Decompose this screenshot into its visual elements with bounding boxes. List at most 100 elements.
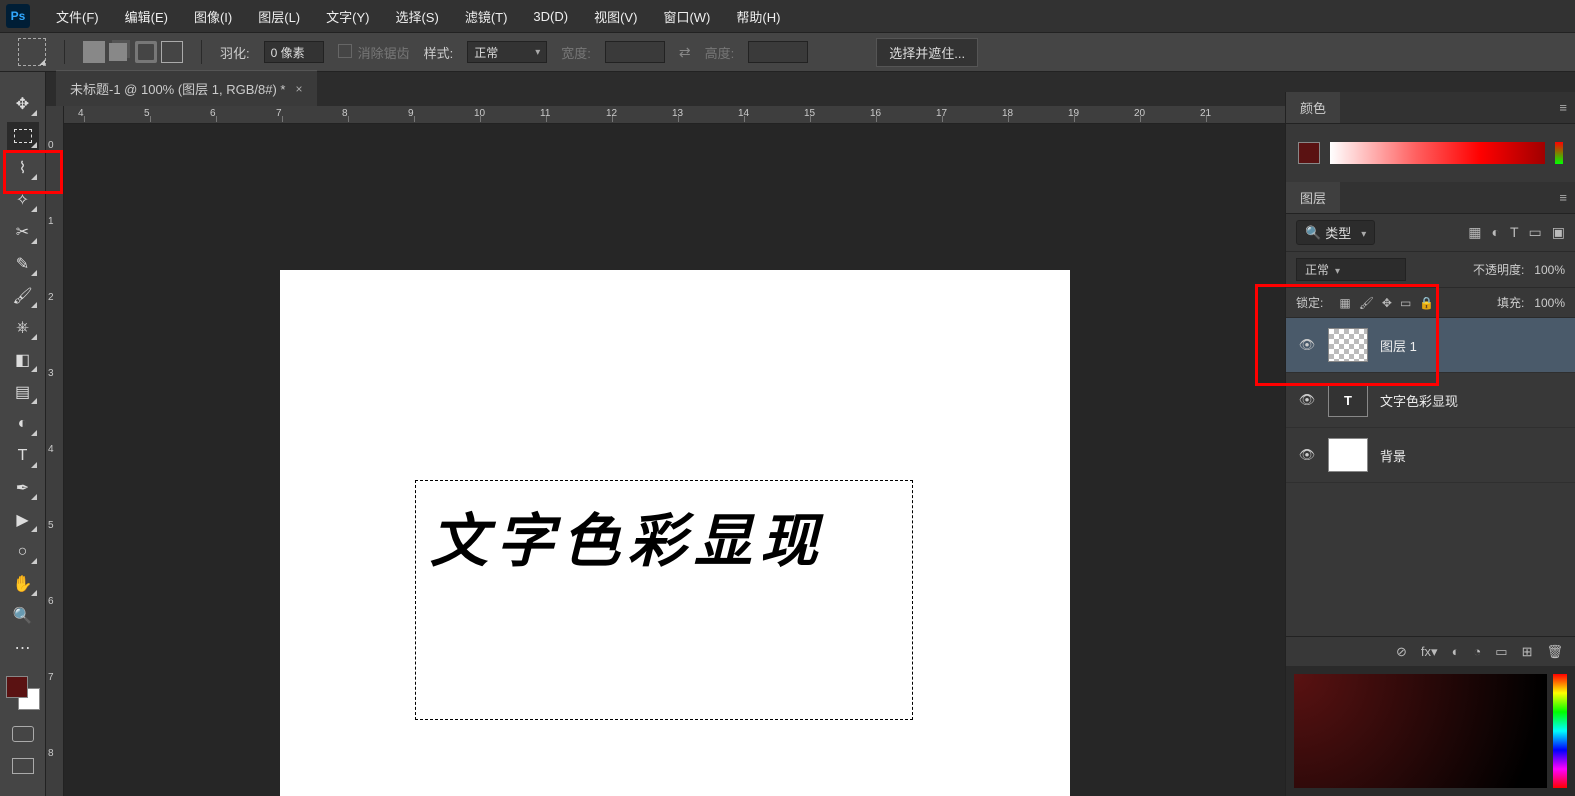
- width-input: [605, 41, 665, 63]
- color-panel: [1286, 124, 1575, 182]
- fx-icon[interactable]: fx▾: [1421, 644, 1438, 660]
- color-field[interactable]: [1294, 674, 1547, 788]
- antialias-checkbox: 消除锯齿: [338, 43, 410, 62]
- artboard[interactable]: 文字色彩显现: [280, 270, 1070, 796]
- menu-file[interactable]: 文件(F): [44, 3, 111, 30]
- menu-help[interactable]: 帮助(H): [724, 3, 792, 30]
- shape-tool[interactable]: ○: [7, 538, 39, 566]
- workspace: 文字色彩显现: [64, 124, 1285, 796]
- mask-icon[interactable]: ◐: [1452, 644, 1460, 659]
- eraser-tool[interactable]: ◧: [7, 346, 39, 374]
- layer-thumbnail[interactable]: [1328, 438, 1368, 472]
- color-swatches[interactable]: [6, 676, 40, 710]
- layers-panel-tabs: 图层 ≡: [1286, 182, 1575, 214]
- current-tool-icon[interactable]: [18, 38, 46, 66]
- pen-tool[interactable]: ✒: [7, 474, 39, 502]
- selection-mode-group: [83, 41, 183, 63]
- annotation-highlight-tool: [3, 150, 63, 194]
- layer-name[interactable]: 背景: [1380, 446, 1406, 465]
- adjustment-icon[interactable]: ◔: [1473, 644, 1481, 659]
- antialias-label: 消除锯齿: [358, 46, 410, 61]
- screen-mode-icon[interactable]: [12, 758, 34, 774]
- fill-label: 填充:: [1497, 294, 1524, 311]
- selection-new-icon[interactable]: [83, 41, 105, 63]
- quick-mask-icon[interactable]: [12, 726, 34, 742]
- filter-adjust-icon[interactable]: ◐: [1492, 224, 1500, 241]
- style-label: 样式:: [424, 43, 454, 62]
- tab-color[interactable]: 颜色: [1286, 92, 1340, 123]
- filter-smart-icon[interactable]: ▣: [1552, 224, 1565, 241]
- height-label: 高度:: [705, 43, 735, 62]
- style-select[interactable]: 正常: [467, 41, 547, 63]
- layer-filter-select[interactable]: 🔍 类型: [1296, 220, 1375, 245]
- visibility-icon[interactable]: 👁: [1298, 392, 1316, 408]
- menu-edit[interactable]: 编辑(E): [113, 3, 180, 30]
- menu-select[interactable]: 选择(S): [383, 3, 450, 30]
- height-input: [748, 41, 808, 63]
- eyedropper-tool[interactable]: ✎: [7, 250, 39, 278]
- zoom-tool[interactable]: 🔍: [7, 602, 39, 630]
- menu-view[interactable]: 视图(V): [582, 3, 649, 30]
- filter-shape-icon[interactable]: ▭: [1529, 224, 1542, 241]
- crop-tool[interactable]: ✂: [7, 218, 39, 246]
- clone-stamp-tool[interactable]: ⎈: [7, 314, 39, 342]
- brush-tool[interactable]: 🖌: [7, 282, 39, 310]
- hand-tool[interactable]: ✋: [7, 570, 39, 598]
- document-tab[interactable]: 未标题-1 @ 100% (图层 1, RGB/8#) * ×: [56, 70, 317, 106]
- separator: [201, 40, 202, 64]
- document-tab-title: 未标题-1 @ 100% (图层 1, RGB/8#) *: [70, 79, 285, 98]
- group-icon[interactable]: ▭: [1495, 644, 1507, 660]
- width-label: 宽度:: [561, 43, 591, 62]
- blur-tool[interactable]: ◐: [7, 410, 39, 438]
- layer-row[interactable]: 👁 背景: [1286, 428, 1575, 483]
- panel-menu-icon[interactable]: ≡: [1559, 190, 1567, 205]
- horizontal-ruler: 456789101112131415161718192021: [64, 106, 1285, 124]
- new-layer-icon[interactable]: ⊞: [1522, 644, 1533, 660]
- opacity-value[interactable]: 100%: [1534, 263, 1565, 277]
- tab-layers[interactable]: 图层: [1286, 182, 1340, 213]
- visibility-icon[interactable]: 👁: [1298, 447, 1316, 463]
- layer-thumbnail-type-icon[interactable]: T: [1328, 383, 1368, 417]
- mini-hue-bar[interactable]: [1555, 142, 1563, 164]
- menubar: Ps 文件(F) 编辑(E) 图像(I) 图层(L) 文字(Y) 选择(S) 滤…: [0, 0, 1575, 32]
- close-icon[interactable]: ×: [295, 82, 302, 96]
- filter-pixel-icon[interactable]: ▦: [1468, 224, 1481, 241]
- selection-subtract-icon[interactable]: [135, 41, 157, 63]
- panel-menu-icon[interactable]: ≡: [1559, 100, 1567, 115]
- vertical-ruler: 012345678: [46, 106, 64, 796]
- selection-add-icon[interactable]: [109, 43, 127, 61]
- delete-layer-icon[interactable]: 🗑: [1546, 644, 1563, 660]
- marquee-tool[interactable]: [7, 122, 39, 150]
- feather-input[interactable]: 0 像素: [264, 41, 324, 63]
- path-select-tool[interactable]: ▶: [7, 506, 39, 534]
- menu-3d[interactable]: 3D(D): [521, 5, 580, 28]
- layers-filter-row: 🔍 类型 ▦ ◐ T ▭ ▣: [1286, 214, 1575, 252]
- link-layers-icon[interactable]: ⊘: [1396, 644, 1407, 660]
- menu-window[interactable]: 窗口(W): [651, 3, 722, 30]
- menu-image[interactable]: 图像(I): [182, 3, 244, 30]
- separator: [64, 40, 65, 64]
- color-panel-tabs: 颜色 ≡: [1286, 92, 1575, 124]
- swap-wh-icon: ⇄: [679, 44, 691, 61]
- selection-intersect-icon[interactable]: [161, 41, 183, 63]
- options-bar: 羽化: 0 像素 消除锯齿 样式: 正常 宽度: ⇄ 高度: 选择并遮住...: [0, 32, 1575, 72]
- fill-value[interactable]: 100%: [1534, 296, 1565, 310]
- select-and-mask-button[interactable]: 选择并遮住...: [876, 38, 978, 67]
- color-swatch[interactable]: [1298, 142, 1320, 164]
- type-tool[interactable]: T: [7, 442, 39, 470]
- blend-mode-select[interactable]: 正常: [1296, 258, 1406, 281]
- menu-filter[interactable]: 滤镜(T): [453, 3, 520, 30]
- hue-slider[interactable]: [1553, 674, 1567, 788]
- opacity-label: 不透明度:: [1473, 261, 1524, 278]
- layer-name[interactable]: 文字色彩显现: [1380, 391, 1458, 410]
- menu-layer[interactable]: 图层(L): [246, 3, 312, 30]
- color-ramp[interactable]: [1330, 142, 1545, 164]
- move-tool[interactable]: ✥: [7, 90, 39, 118]
- edit-toolbar[interactable]: ⋯: [7, 634, 39, 662]
- filter-type-icon[interactable]: T: [1510, 224, 1519, 241]
- menu-type[interactable]: 文字(Y): [314, 3, 381, 30]
- search-icon: 🔍: [1305, 225, 1321, 241]
- blend-row: 正常 不透明度: 100%: [1286, 252, 1575, 288]
- foreground-color-swatch[interactable]: [6, 676, 28, 698]
- gradient-tool[interactable]: ▤: [7, 378, 39, 406]
